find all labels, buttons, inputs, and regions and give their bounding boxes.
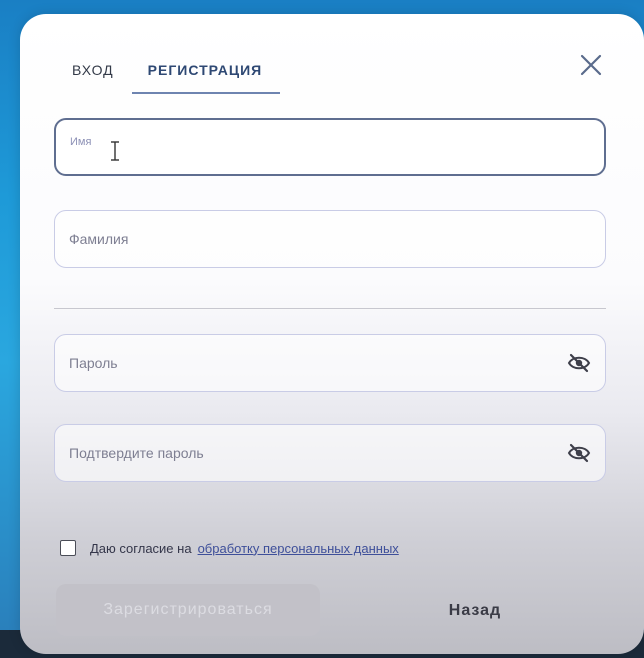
last-name-field[interactable]: Фамилия	[54, 210, 606, 268]
eye-off-icon[interactable]	[567, 353, 591, 373]
password-input[interactable]	[55, 335, 605, 391]
consent-checkbox[interactable]	[60, 540, 76, 556]
consent-row: Даю согласие на обработку персональных д…	[60, 540, 399, 556]
privacy-link[interactable]: обработку персональных данных	[198, 541, 399, 556]
password-field[interactable]: Пароль	[54, 334, 606, 392]
tab-login[interactable]: ВХОД	[72, 62, 114, 94]
last-name-input[interactable]	[55, 211, 605, 267]
form-divider	[54, 308, 606, 309]
auth-tabs: ВХОД РЕГИСТРАЦИЯ	[72, 62, 281, 94]
confirm-password-field[interactable]: Подтвердите пароль	[54, 424, 606, 482]
eye-off-icon[interactable]	[567, 443, 591, 463]
confirm-password-input[interactable]	[55, 425, 605, 481]
first-name-input[interactable]	[56, 120, 604, 174]
close-icon[interactable]	[578, 52, 604, 78]
first-name-field[interactable]: Имя	[54, 118, 606, 176]
text-cursor-icon	[110, 140, 120, 162]
back-button[interactable]: Назад	[420, 594, 530, 628]
consent-text: Даю согласие на	[90, 540, 192, 556]
registration-modal: ВХОД РЕГИСТРАЦИЯ Имя Фамилия Пароль Подт…	[20, 14, 644, 654]
register-button[interactable]: Зарегистрироваться	[56, 584, 320, 636]
tab-register[interactable]: РЕГИСТРАЦИЯ	[131, 62, 281, 94]
